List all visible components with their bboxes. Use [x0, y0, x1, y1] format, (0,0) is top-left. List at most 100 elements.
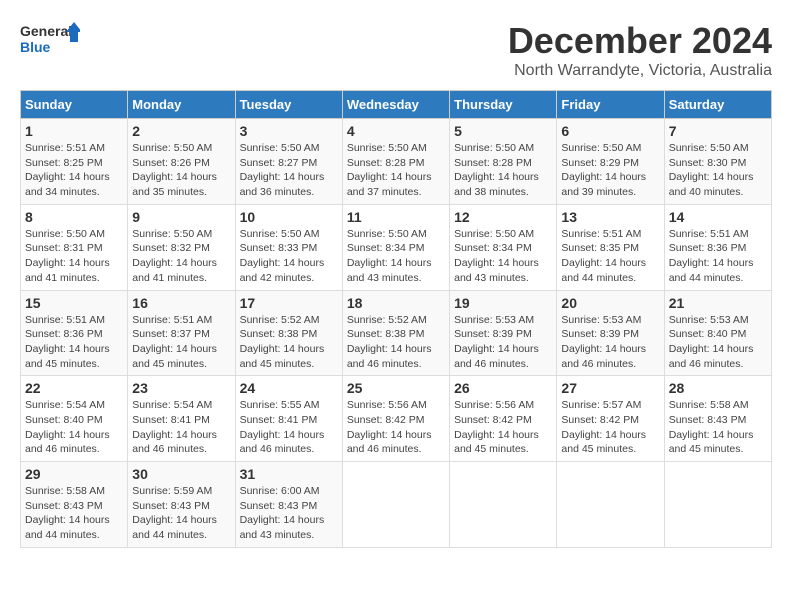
- header-thursday: Thursday: [450, 91, 557, 119]
- day-info-14: Sunrise: 5:51 AM Sunset: 8:36 PM Dayligh…: [669, 227, 767, 286]
- day-number-2: 2: [132, 123, 230, 139]
- day-cell-5: 5 Sunrise: 5:50 AM Sunset: 8:28 PM Daylig…: [450, 119, 557, 205]
- day-number-6: 6: [561, 123, 659, 139]
- day-cell-18: 18 Sunrise: 5:52 AM Sunset: 8:38 PM Dayli…: [342, 290, 449, 376]
- day-info-18: Sunrise: 5:52 AM Sunset: 8:38 PM Dayligh…: [347, 313, 445, 372]
- day-cell-2: 2 Sunrise: 5:50 AM Sunset: 8:26 PM Daylig…: [128, 119, 235, 205]
- day-cell-19: 19 Sunrise: 5:53 AM Sunset: 8:39 PM Dayli…: [450, 290, 557, 376]
- day-cell-10: 10 Sunrise: 5:50 AM Sunset: 8:33 PM Dayli…: [235, 204, 342, 290]
- svg-text:Blue: Blue: [20, 39, 51, 55]
- day-cell-24: 24 Sunrise: 5:55 AM Sunset: 8:41 PM Dayli…: [235, 376, 342, 462]
- day-number-27: 27: [561, 380, 659, 396]
- page-header: General Blue December 2024 North Warrand…: [20, 20, 772, 80]
- day-info-28: Sunrise: 5:58 AM Sunset: 8:43 PM Dayligh…: [669, 398, 767, 457]
- month-title: December 2024: [508, 20, 772, 62]
- header-monday: Monday: [128, 91, 235, 119]
- day-info-21: Sunrise: 5:53 AM Sunset: 8:40 PM Dayligh…: [669, 313, 767, 372]
- day-cell-1: 1Sunrise: 5:51 AM Sunset: 8:25 PM Daylig…: [21, 119, 128, 205]
- day-info-22: Sunrise: 5:54 AM Sunset: 8:40 PM Dayligh…: [25, 398, 123, 457]
- day-number-8: 8: [25, 209, 123, 225]
- day-number-18: 18: [347, 295, 445, 311]
- calendar-table: SundayMondayTuesdayWednesdayThursdayFrid…: [20, 90, 772, 548]
- header-row: SundayMondayTuesdayWednesdayThursdayFrid…: [21, 91, 772, 119]
- week-row-3: 15 Sunrise: 5:51 AM Sunset: 8:36 PM Dayli…: [21, 290, 772, 376]
- day-number-7: 7: [669, 123, 767, 139]
- day-cell-31: 31 Sunrise: 6:00 AM Sunset: 8:43 PM Dayli…: [235, 462, 342, 548]
- svg-text:General: General: [20, 23, 72, 39]
- day-number-19: 19: [454, 295, 552, 311]
- day-number-5: 5: [454, 123, 552, 139]
- day-info-12: Sunrise: 5:50 AM Sunset: 8:34 PM Dayligh…: [454, 227, 552, 286]
- day-cell-9: 9Sunrise: 5:50 AM Sunset: 8:32 PM Daylig…: [128, 204, 235, 290]
- day-cell-29: 29Sunrise: 5:58 AM Sunset: 8:43 PM Dayli…: [21, 462, 128, 548]
- day-number-12: 12: [454, 209, 552, 225]
- day-cell-15: 15 Sunrise: 5:51 AM Sunset: 8:36 PM Dayli…: [21, 290, 128, 376]
- day-number-31: 31: [240, 466, 338, 482]
- day-number-20: 20: [561, 295, 659, 311]
- day-cell-12: 12 Sunrise: 5:50 AM Sunset: 8:34 PM Dayli…: [450, 204, 557, 290]
- day-info-13: Sunrise: 5:51 AM Sunset: 8:35 PM Dayligh…: [561, 227, 659, 286]
- day-number-14: 14: [669, 209, 767, 225]
- day-info-20: Sunrise: 5:53 AM Sunset: 8:39 PM Dayligh…: [561, 313, 659, 372]
- location-subtitle: North Warrandyte, Victoria, Australia: [508, 62, 772, 80]
- day-number-10: 10: [240, 209, 338, 225]
- day-info-6: Sunrise: 5:50 AM Sunset: 8:29 PM Dayligh…: [561, 141, 659, 200]
- day-number-24: 24: [240, 380, 338, 396]
- day-number-23: 23: [132, 380, 230, 396]
- day-cell-21: 21 Sunrise: 5:53 AM Sunset: 8:40 PM Dayli…: [664, 290, 771, 376]
- empty-cell: [557, 462, 664, 548]
- day-number-22: 22: [25, 380, 123, 396]
- empty-cell: [664, 462, 771, 548]
- day-cell-8: 8 Sunrise: 5:50 AM Sunset: 8:31 PM Daylig…: [21, 204, 128, 290]
- day-info-10: Sunrise: 5:50 AM Sunset: 8:33 PM Dayligh…: [240, 227, 338, 286]
- day-cell-16: 16Sunrise: 5:51 AM Sunset: 8:37 PM Dayli…: [128, 290, 235, 376]
- day-number-29: 29: [25, 466, 123, 482]
- day-info-16: Sunrise: 5:51 AM Sunset: 8:37 PM Dayligh…: [132, 313, 230, 372]
- day-cell-17: 17Sunrise: 5:52 AM Sunset: 8:38 PM Dayli…: [235, 290, 342, 376]
- day-number-21: 21: [669, 295, 767, 311]
- day-cell-6: 6 Sunrise: 5:50 AM Sunset: 8:29 PM Daylig…: [557, 119, 664, 205]
- logo-svg: General Blue: [20, 20, 80, 65]
- day-cell-26: 26 Sunrise: 5:56 AM Sunset: 8:42 PM Dayli…: [450, 376, 557, 462]
- day-cell-3: 3 Sunrise: 5:50 AM Sunset: 8:27 PM Daylig…: [235, 119, 342, 205]
- day-number-3: 3: [240, 123, 338, 139]
- day-info-26: Sunrise: 5:56 AM Sunset: 8:42 PM Dayligh…: [454, 398, 552, 457]
- day-info-11: Sunrise: 5:50 AM Sunset: 8:34 PM Dayligh…: [347, 227, 445, 286]
- day-info-30: Sunrise: 5:59 AM Sunset: 8:43 PM Dayligh…: [132, 484, 230, 543]
- day-cell-7: 7 Sunrise: 5:50 AM Sunset: 8:30 PM Daylig…: [664, 119, 771, 205]
- week-row-5: 29Sunrise: 5:58 AM Sunset: 8:43 PM Dayli…: [21, 462, 772, 548]
- day-number-11: 11: [347, 209, 445, 225]
- day-number-4: 4: [347, 123, 445, 139]
- header-saturday: Saturday: [664, 91, 771, 119]
- week-row-1: 1Sunrise: 5:51 AM Sunset: 8:25 PM Daylig…: [21, 119, 772, 205]
- day-info-15: Sunrise: 5:51 AM Sunset: 8:36 PM Dayligh…: [25, 313, 123, 372]
- empty-cell: [342, 462, 449, 548]
- day-info-3: Sunrise: 5:50 AM Sunset: 8:27 PM Dayligh…: [240, 141, 338, 200]
- day-cell-14: 14 Sunrise: 5:51 AM Sunset: 8:36 PM Dayli…: [664, 204, 771, 290]
- day-info-8: Sunrise: 5:50 AM Sunset: 8:31 PM Dayligh…: [25, 227, 123, 286]
- day-cell-4: 4 Sunrise: 5:50 AM Sunset: 8:28 PM Daylig…: [342, 119, 449, 205]
- day-number-26: 26: [454, 380, 552, 396]
- day-number-17: 17: [240, 295, 338, 311]
- day-cell-25: 25Sunrise: 5:56 AM Sunset: 8:42 PM Dayli…: [342, 376, 449, 462]
- day-info-7: Sunrise: 5:50 AM Sunset: 8:30 PM Dayligh…: [669, 141, 767, 200]
- day-number-15: 15: [25, 295, 123, 311]
- day-cell-20: 20 Sunrise: 5:53 AM Sunset: 8:39 PM Dayli…: [557, 290, 664, 376]
- day-info-27: Sunrise: 5:57 AM Sunset: 8:42 PM Dayligh…: [561, 398, 659, 457]
- day-cell-13: 13Sunrise: 5:51 AM Sunset: 8:35 PM Dayli…: [557, 204, 664, 290]
- day-info-19: Sunrise: 5:53 AM Sunset: 8:39 PM Dayligh…: [454, 313, 552, 372]
- day-cell-11: 11 Sunrise: 5:50 AM Sunset: 8:34 PM Dayli…: [342, 204, 449, 290]
- day-info-1: Sunrise: 5:51 AM Sunset: 8:25 PM Dayligh…: [25, 141, 123, 200]
- day-info-23: Sunrise: 5:54 AM Sunset: 8:41 PM Dayligh…: [132, 398, 230, 457]
- day-info-2: Sunrise: 5:50 AM Sunset: 8:26 PM Dayligh…: [132, 141, 230, 200]
- empty-cell: [450, 462, 557, 548]
- day-cell-22: 22 Sunrise: 5:54 AM Sunset: 8:40 PM Dayli…: [21, 376, 128, 462]
- day-info-5: Sunrise: 5:50 AM Sunset: 8:28 PM Dayligh…: [454, 141, 552, 200]
- day-info-25: Sunrise: 5:56 AM Sunset: 8:42 PM Dayligh…: [347, 398, 445, 457]
- day-info-4: Sunrise: 5:50 AM Sunset: 8:28 PM Dayligh…: [347, 141, 445, 200]
- logo: General Blue: [20, 20, 80, 65]
- day-info-24: Sunrise: 5:55 AM Sunset: 8:41 PM Dayligh…: [240, 398, 338, 457]
- week-row-2: 8 Sunrise: 5:50 AM Sunset: 8:31 PM Daylig…: [21, 204, 772, 290]
- day-cell-27: 27 Sunrise: 5:57 AM Sunset: 8:42 PM Dayli…: [557, 376, 664, 462]
- day-info-31: Sunrise: 6:00 AM Sunset: 8:43 PM Dayligh…: [240, 484, 338, 543]
